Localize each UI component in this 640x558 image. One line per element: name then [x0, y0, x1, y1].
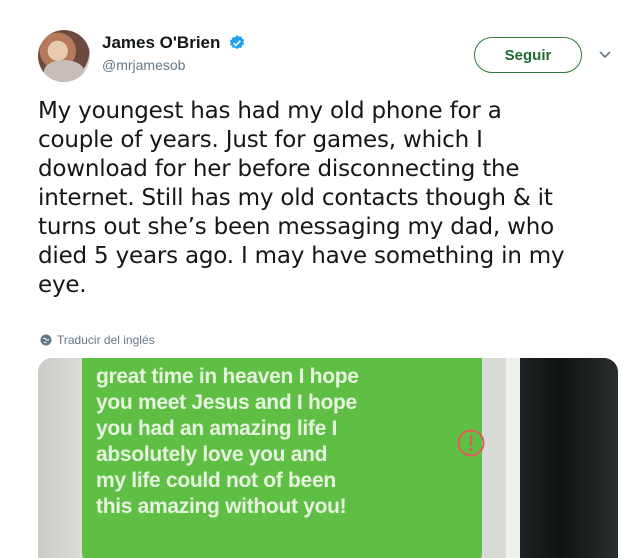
avatar[interactable] [38, 30, 90, 82]
message-bubble-text: great time in heaven I hope you meet Jes… [96, 365, 359, 518]
phone-screen-edge [506, 358, 520, 558]
avatar-photo-detail [44, 60, 84, 82]
translate-link[interactable]: Traducir del inglés [40, 333, 155, 347]
verified-icon [229, 35, 245, 50]
chevron-down-icon[interactable] [598, 50, 612, 60]
phone-bezel [520, 358, 618, 558]
error-icon [457, 429, 485, 457]
author-handle[interactable]: @mrjamesob [102, 57, 185, 73]
author-display-name[interactable]: James O'Brien [102, 33, 220, 53]
follow-button-label: Seguir [504, 46, 552, 64]
follow-button[interactable]: Seguir [474, 37, 582, 73]
translate-label: Traducir del inglés [57, 333, 155, 347]
tweet-media-photo[interactable]: great time in heaven I hope you meet Jes… [38, 358, 618, 558]
tweet-text: My youngest has had my old phone for a c… [38, 98, 565, 298]
globe-icon [40, 334, 52, 346]
